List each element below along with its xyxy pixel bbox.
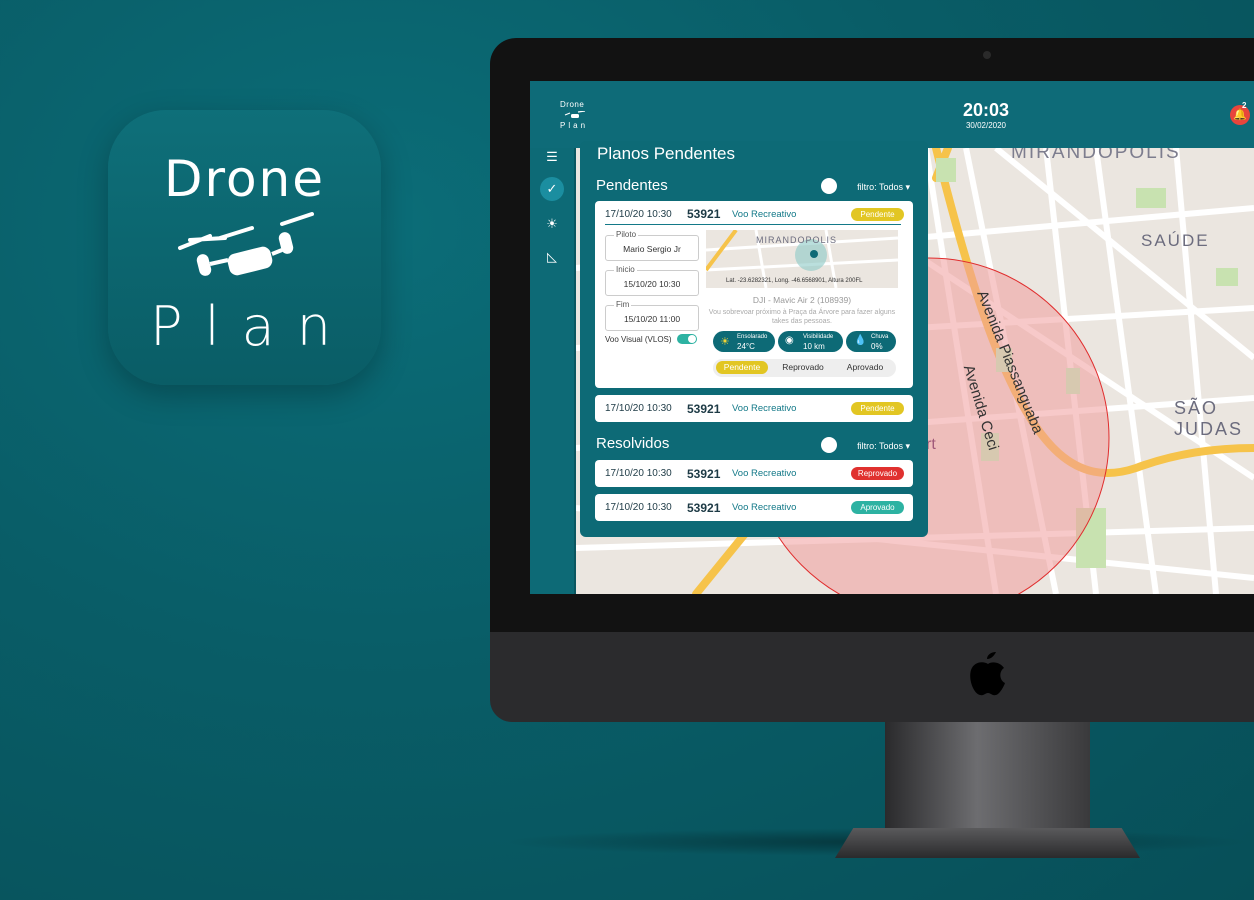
sun-icon: ☀ [720, 336, 730, 348]
search-icon[interactable] [821, 178, 837, 194]
date: 30/02/2020 [965, 121, 1007, 130]
mini-map-label: MIRANDOPOLIS [756, 235, 838, 245]
end-label: Fim [614, 300, 632, 309]
panel-title: Planos Pendentes [597, 144, 735, 163]
start-value: 15/10/20 10:30 [623, 279, 681, 289]
pilot-label: Piloto [614, 230, 639, 239]
vlos-toggle[interactable] [677, 334, 697, 344]
mini-map[interactable]: MIRANDOPOLIS Lat. -23.6282321, Long. -46… [706, 230, 898, 288]
drop-icon: 💧 [854, 335, 867, 346]
logo-line1: Drone [560, 100, 585, 109]
end-value: 15/10/20 11:00 [623, 314, 681, 324]
drone-model: DJI - Mavic Air 2 (108939) [752, 295, 852, 305]
top-bar: Drone Plan 20:03 30/02/2020 🔔 2 [530, 81, 1254, 148]
pending-filter[interactable]: filtro: Todos ▾ [857, 182, 910, 193]
plan-number: 53921 [687, 207, 721, 221]
plan-row[interactable]: 17/10/20 10:30 53921 Voo Recreativo Repr… [595, 460, 913, 487]
icon-title-plan: Plan [150, 295, 353, 358]
app-screen: MIRANDÓPOLIS SAÚDE SÃO JUDAS Avenida Pia… [530, 81, 1254, 594]
weather-rain-label: Chuva [871, 334, 889, 340]
plan-number: 53921 [687, 501, 721, 515]
status-badge: Reprovado [851, 467, 904, 480]
plan-row[interactable]: 17/10/20 10:30 53921 Voo Recreativo Apro… [595, 494, 913, 521]
imac-stand-base [835, 828, 1140, 858]
vlos-label: Voo Visual (VLOS) [605, 335, 672, 344]
weather-sun-label: Ensolarado [737, 334, 768, 340]
status-badge: Pendente [851, 402, 904, 415]
camera [983, 51, 991, 59]
start-field[interactable]: Inicio 15/10/20 10:30 [605, 265, 699, 296]
status-selector: Pendente Reprovado Aprovado [713, 359, 896, 377]
logo-line2: Plan [560, 121, 589, 130]
search-icon[interactable] [821, 437, 837, 453]
plans-panel: Planos Pendentes Pendentes filtro: Todos… [580, 141, 928, 537]
plan-number: 53921 [687, 467, 721, 481]
plan-number: 53921 [687, 402, 721, 416]
bell-icon[interactable]: 🔔 [1230, 105, 1250, 125]
list-icon[interactable]: ☰ [540, 145, 564, 169]
plan-date: 17/10/20 10:30 [605, 468, 672, 479]
ruler-icon[interactable]: ◺ [540, 245, 564, 269]
apple-logo-icon [970, 652, 1005, 696]
logo-drone-icon [564, 111, 586, 118]
plan-date: 17/10/20 10:30 [605, 209, 672, 220]
pilot-value: Mario Sergio Jr [623, 244, 681, 254]
app-icon: Drone Plan [108, 110, 381, 385]
divider [605, 224, 901, 225]
segment-approved[interactable]: Aprovado [837, 361, 893, 374]
status-badge: Aprovado [851, 501, 904, 514]
coordinates: Lat. -23.6282321, Long. -46.6568901, Alt… [726, 278, 863, 284]
sidebar: ☰ ✓ ☀ ◺ [530, 148, 576, 594]
plan-date: 17/10/20 10:30 [605, 502, 672, 513]
status-badge: Pendente [851, 208, 904, 221]
map-label-saude: SAÚDE [1141, 231, 1210, 250]
plan-type: Voo Recreativo [732, 502, 797, 513]
plan-row[interactable]: 17/10/20 10:30 53921 Voo Recreativo Pend… [595, 395, 913, 422]
weather-rain: 💧 Chuva 0% [846, 331, 896, 352]
clock: 20:03 [962, 100, 1010, 120]
weather-rain-value: 0% [871, 342, 883, 351]
resolved-section-title: Resolvidos [596, 435, 670, 452]
pilot-field[interactable]: Piloto Mario Sergio Jr [605, 230, 699, 261]
weather-sun-value: 24°C [737, 342, 755, 351]
drone-icon [178, 212, 314, 276]
plan-type: Voo Recreativo [732, 403, 797, 414]
plan-date: 17/10/20 10:30 [605, 403, 672, 414]
icon-title-drone: Drone [163, 150, 325, 208]
eye-icon: ◉ [785, 335, 794, 346]
map-label-sao-judas: SÃO JUDAS [1174, 398, 1244, 439]
check-icon[interactable]: ✓ [540, 177, 564, 201]
segment-pending[interactable]: Pendente [716, 361, 768, 374]
segment-rejected[interactable]: Reprovado [775, 361, 831, 374]
weather-sun: ☀ Ensolarado 24°C [713, 331, 775, 352]
weather-visibility-value: 10 km [803, 342, 825, 351]
pending-section-title: Pendentes [596, 177, 668, 194]
weather-visibility: ◉ Visibilidade 10 km [778, 331, 843, 352]
start-label: Inicio [614, 265, 637, 274]
sun-icon[interactable]: ☀ [540, 212, 564, 236]
flight-description: Vou sobrevoar próximo à Praça da Árvore … [708, 309, 896, 325]
weather-visibility-label: Visibilidade [803, 334, 834, 340]
resolved-filter[interactable]: filtro: Todos ▾ [857, 441, 910, 452]
imac-chin [490, 632, 1254, 722]
plan-type: Voo Recreativo [732, 209, 797, 220]
plan-card-expanded[interactable]: 17/10/20 10:30 53921 Voo Recreativo Pend… [595, 201, 913, 388]
notification-count: 2 [1242, 101, 1247, 110]
imac-stand [885, 722, 1090, 834]
plan-type: Voo Recreativo [732, 468, 797, 479]
end-field[interactable]: Fim 15/10/20 11:00 [605, 300, 699, 331]
